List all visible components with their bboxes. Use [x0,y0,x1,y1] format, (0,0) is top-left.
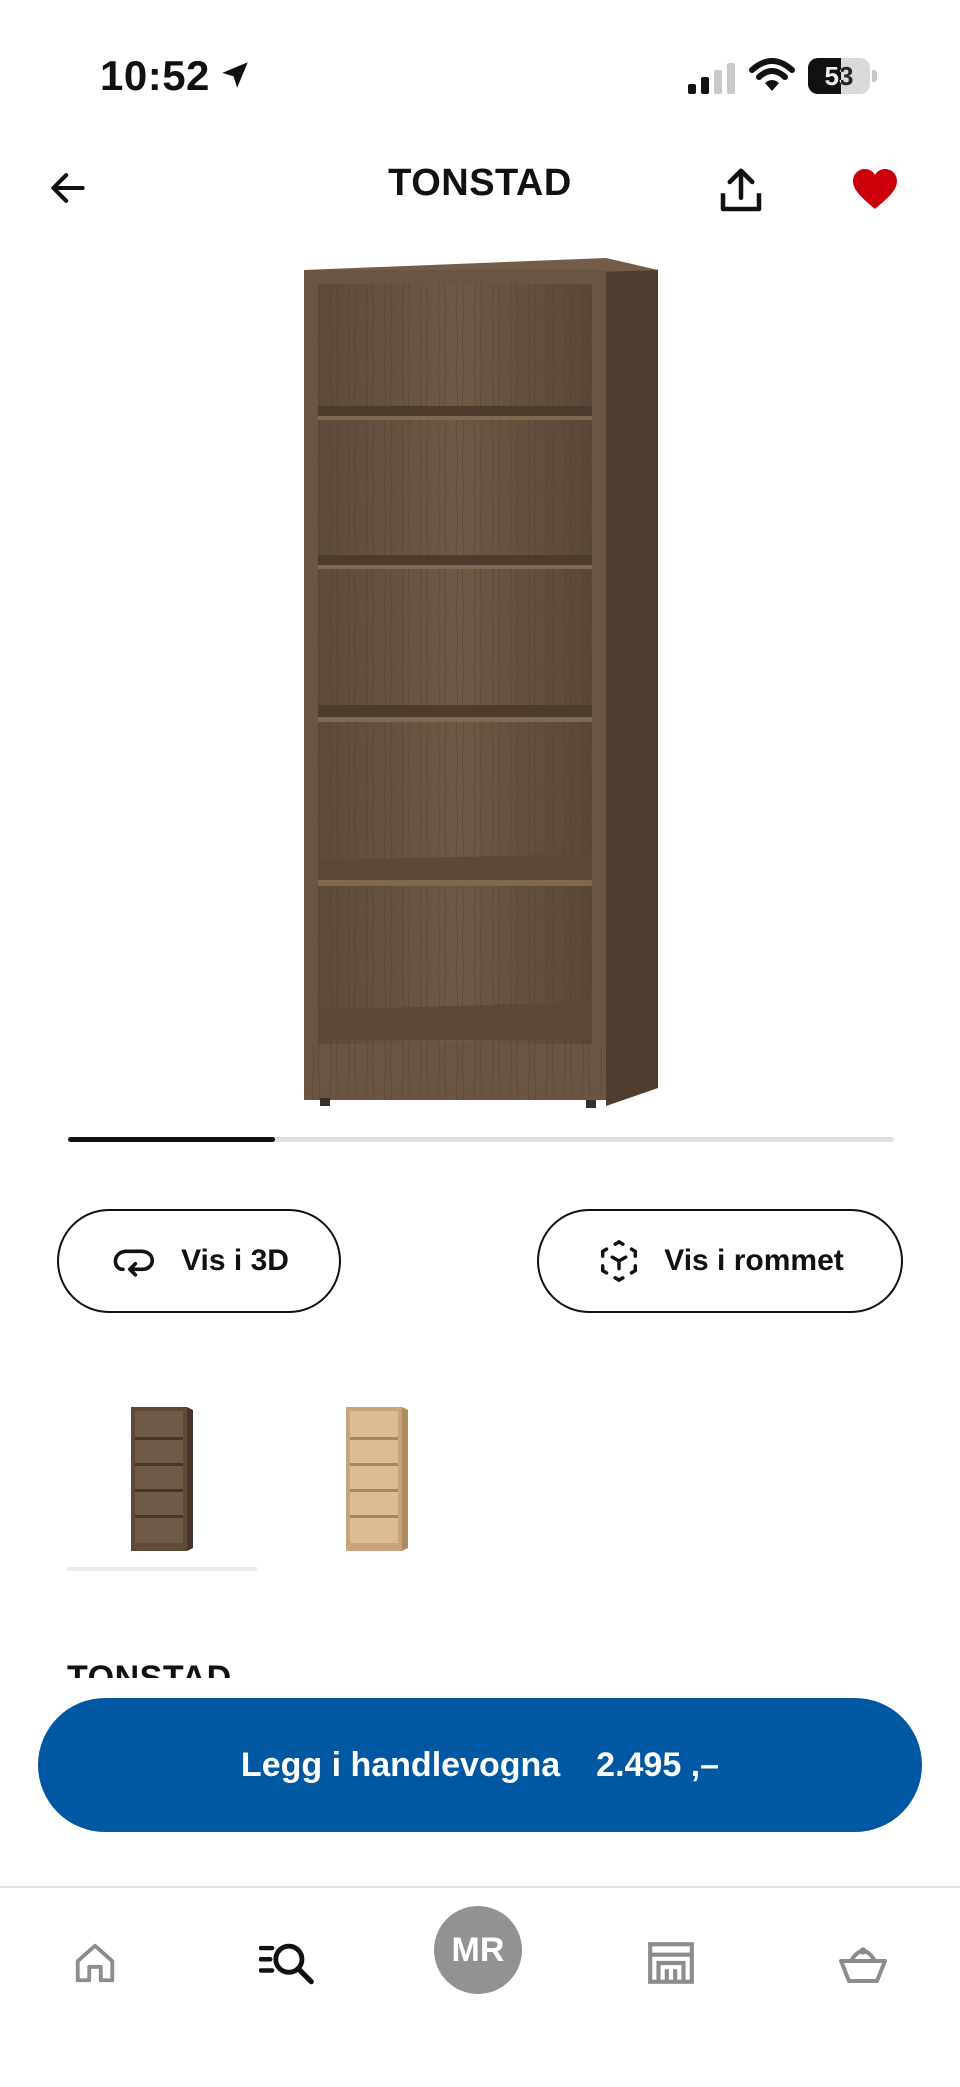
price: 2.495 ,– [596,1745,720,1784]
signal-icon [686,62,736,94]
store-icon [648,1942,694,1984]
status-time: 10:52 [100,52,210,99]
image-carousel-progress [68,1137,894,1142]
nav-home[interactable] [50,1918,140,2008]
profile-avatar[interactable]: MR [434,1906,522,1994]
location-arrow-icon [218,58,252,92]
bookcase-thumbnail [346,1407,408,1551]
product-name-heading: TONSTAD [67,1659,232,1678]
view-in-room-button[interactable]: Vis i rommet [537,1209,903,1313]
bookcase-thumbnail [131,1407,193,1551]
product-image[interactable] [290,250,670,1110]
view-3d-button[interactable]: Vis i 3D [57,1209,341,1313]
wifi-icon [748,56,796,96]
ar-cube-icon [601,1240,638,1282]
rotate-3d-icon [113,1249,155,1277]
view-3d-label: Vis i 3D [181,1244,289,1277]
selected-variant-indicator [67,1567,257,1571]
status-bar: 10:52 53 [0,0,960,150]
battery-icon: 53 [808,58,878,94]
nav-search[interactable] [242,1918,332,2008]
carousel-progress-fill [68,1137,275,1142]
variant-light-oak[interactable] [282,1390,472,1570]
page-title: TONSTAD [388,162,572,204]
nav-cart[interactable] [818,1918,908,2008]
view-in-room-label: Vis i rommet [664,1244,844,1277]
share-button[interactable] [710,160,772,222]
favorite-button[interactable] [846,160,904,218]
share-icon [720,168,762,212]
home-icon [75,1943,115,1983]
add-to-cart-label: Legg i handlevogna [240,1745,561,1784]
nav-stores[interactable] [626,1918,716,2008]
battery-level: 53 [824,61,854,91]
heart-icon [853,169,897,209]
basket-icon [839,1947,887,1983]
variant-brown-oak[interactable] [67,1390,257,1570]
add-to-cart-button[interactable]: Legg i handlevogna 2.495 ,– [38,1698,922,1832]
bottom-navigation: MR [0,1886,960,2087]
search-icon [259,1943,314,1985]
